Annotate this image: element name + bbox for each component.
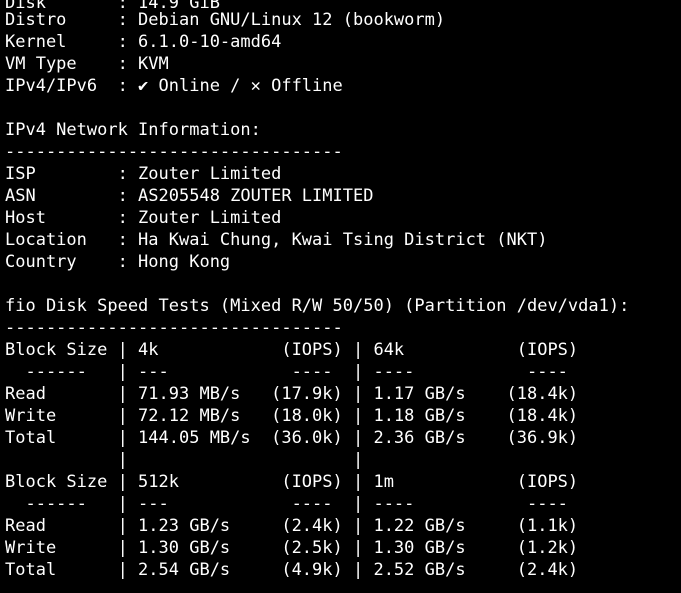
fio-table-rule-2: ------ | --- ---- | ---- ---- [5,494,568,514]
line-fio-heading: fio Disk Speed Tests (Mixed R/W 50/50) (… [5,296,630,316]
line-kernel: Kernel : 6.1.0-10-amd64 [5,32,282,52]
fio-row-read-1: Read | 71.93 MB/s (17.9k) | 1.17 GB/s (1… [5,384,579,404]
fio-row-write-2: Write | 1.30 GB/s (2.5k) | 1.30 GB/s (1.… [5,538,579,558]
fio-table-header-2: Block Size | 512k (IOPS) | 1m (IOPS) [5,472,579,492]
fio-table-rule-1: ------ | --- ---- | ---- ---- [5,362,568,382]
fio-table-header-1: Block Size | 4k (IOPS) | 64k (IOPS) [5,340,579,360]
line-asn: ASN : AS205548 ZOUTER LIMITED [5,186,374,206]
line-distro: Distro : Debian GNU/Linux 12 (bookworm) [5,10,446,30]
line-isp: ISP : Zouter Limited [5,164,282,184]
fio-row-total-1: Total | 144.05 MB/s (36.0k) | 2.36 GB/s … [5,428,579,448]
line-country: Country : Hong Kong [5,252,231,272]
line-host: Host : Zouter Limited [5,208,282,228]
line-network-heading: IPv4 Network Information: [5,120,261,140]
fio-row-write-1: Write | 72.12 MB/s (18.0k) | 1.18 GB/s (… [5,406,579,426]
fio-table-spacer: | | [5,450,364,470]
terminal-output[interactable]: Disk : 14.9 GiB Distro : Debian GNU/Linu… [0,0,681,593]
fio-row-total-2: Total | 2.54 GB/s (4.9k) | 2.52 GB/s (2.… [5,560,579,580]
fio-row-read-2: Read | 1.23 GB/s (2.4k) | 1.22 GB/s (1.1… [5,516,579,536]
line-ip-status: IPv4/IPv6 : ✔ Online / ✕ Offline [5,76,343,96]
line-location: Location : Ha Kwai Chung, Kwai Tsing Dis… [5,230,548,250]
line-vm-type: VM Type : KVM [5,54,169,74]
line-separator-1: --------------------------------- [5,142,343,162]
line-separator-2: --------------------------------- [5,318,343,338]
